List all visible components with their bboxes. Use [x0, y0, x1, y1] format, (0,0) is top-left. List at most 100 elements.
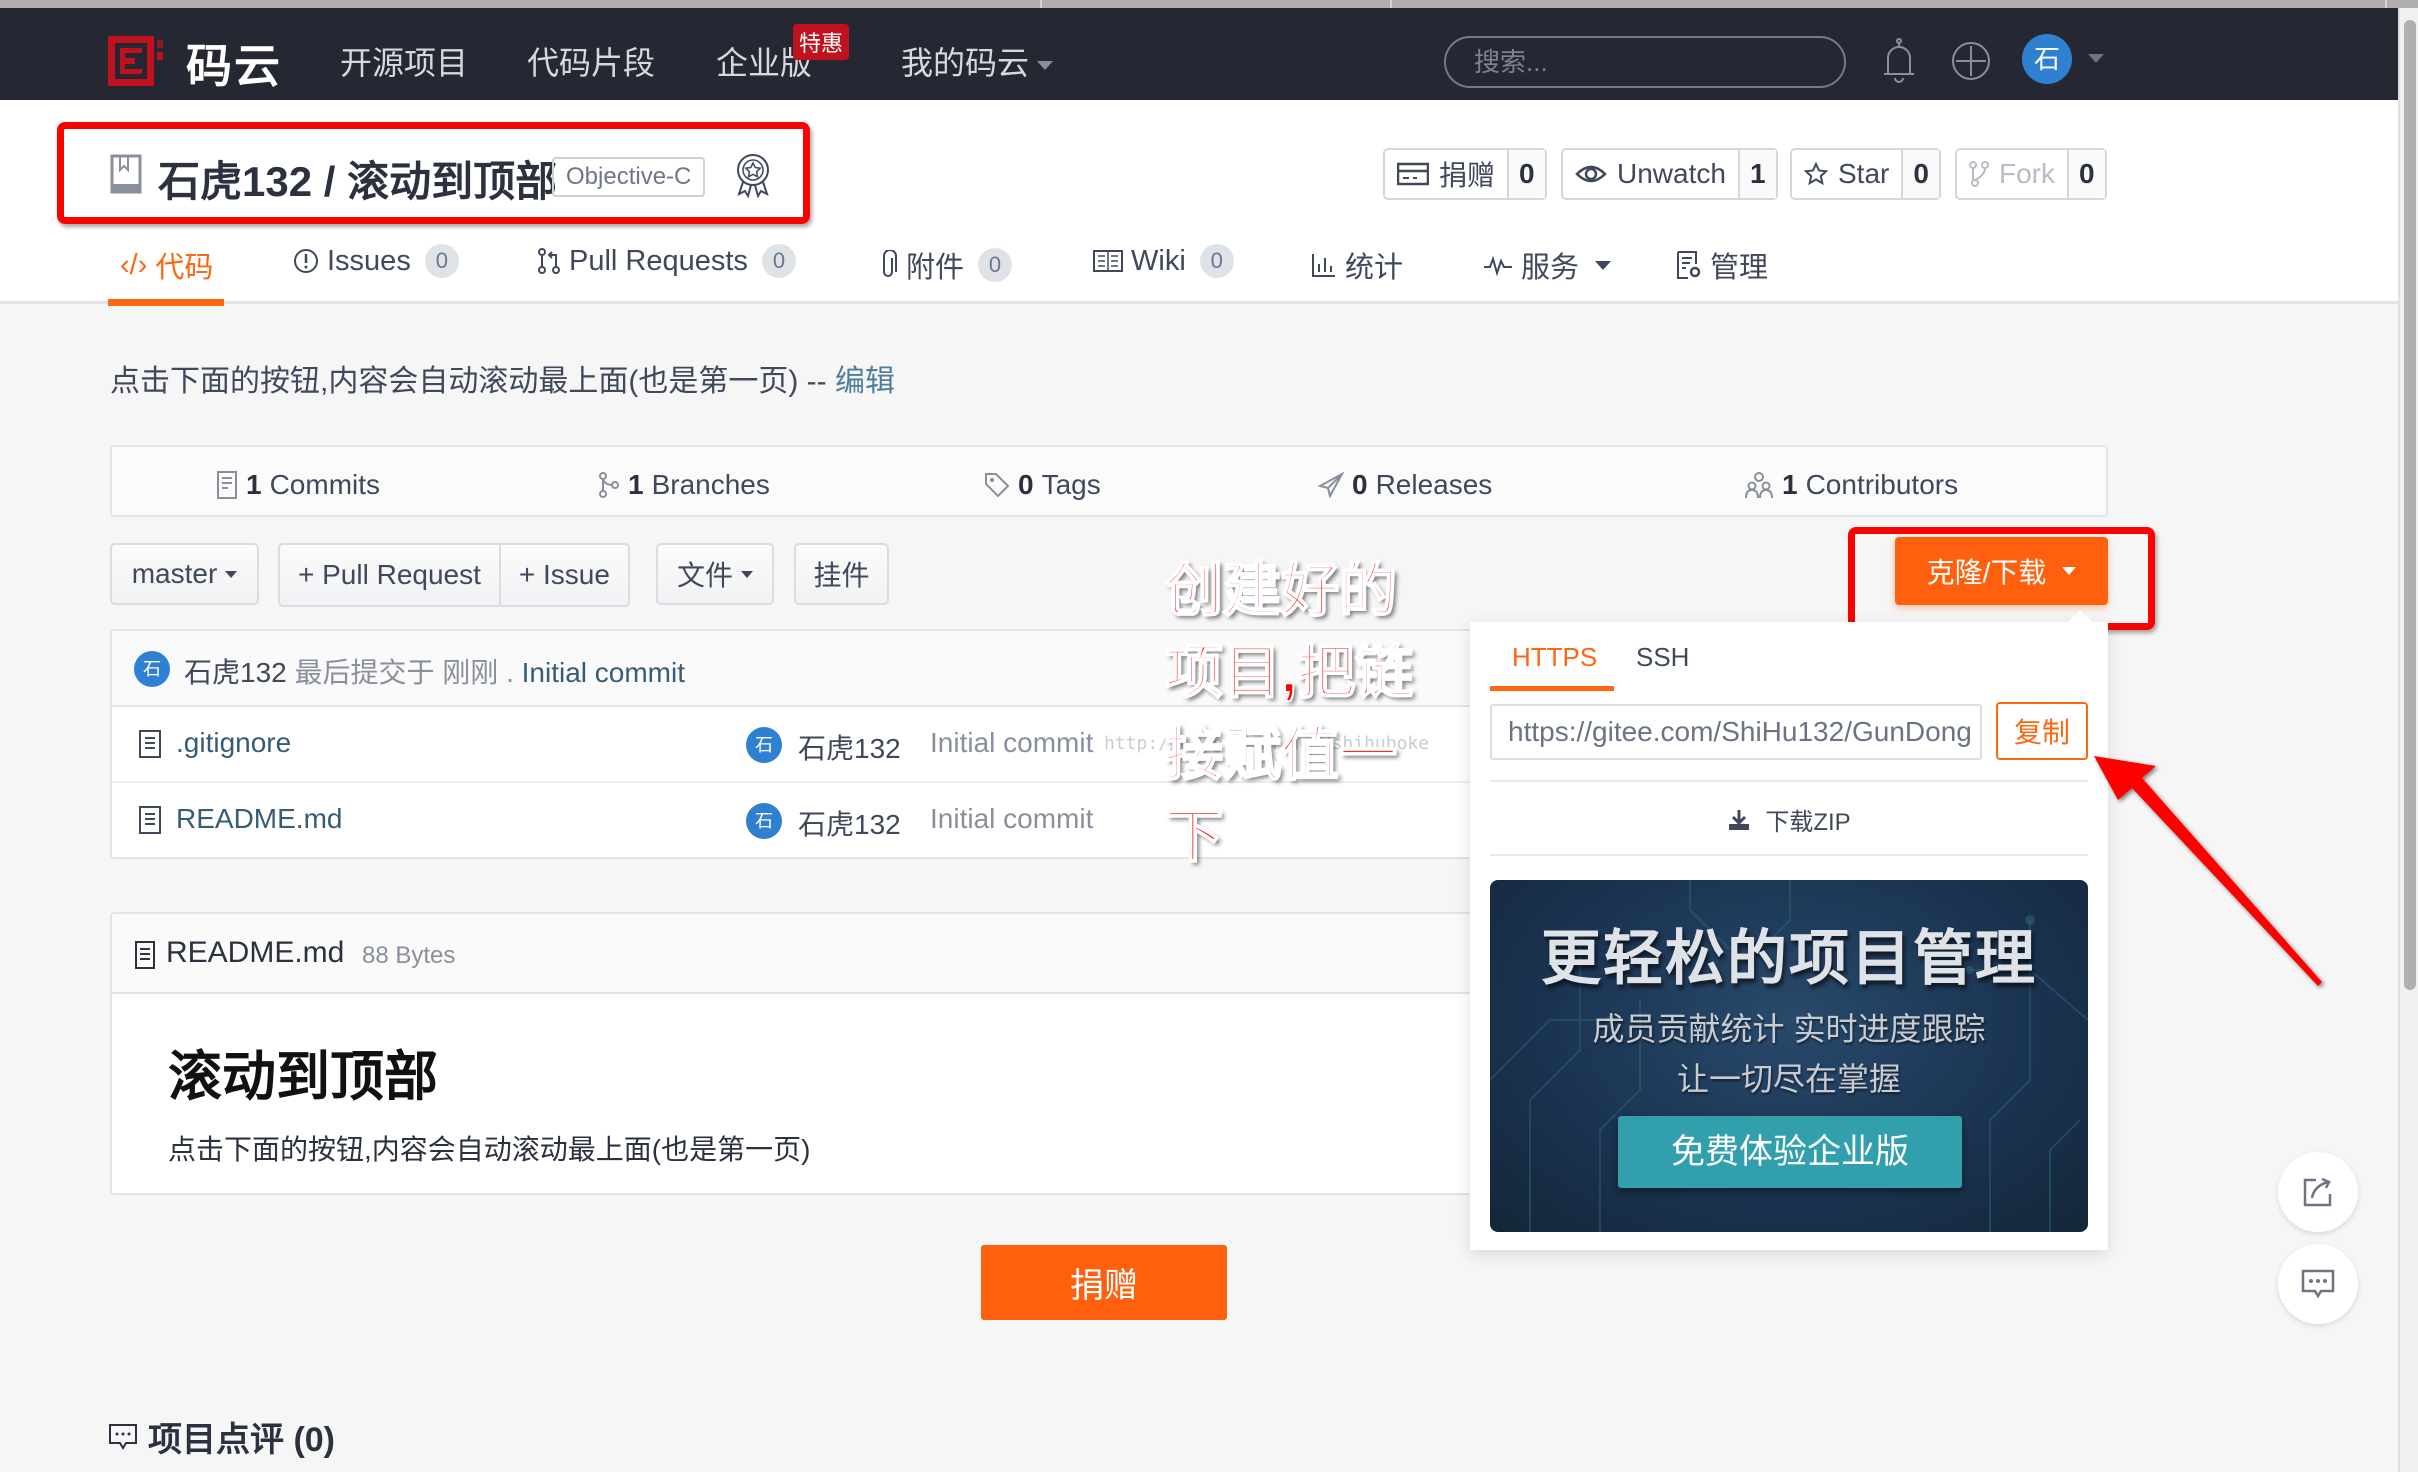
branch-name: master — [131, 558, 218, 589]
stat-commits[interactable]: 1 Commits — [216, 469, 380, 501]
file-author-avatar[interactable]: 石 — [746, 727, 782, 763]
stat-contributors[interactable]: 1 Contributors — [1744, 469, 1958, 501]
annotation-arrow-icon — [2094, 756, 2322, 986]
ad-trial-button[interactable]: 免费体验企业版 — [1618, 1116, 1962, 1188]
file-name[interactable]: README.md — [176, 803, 342, 835]
clone-dropdown-panel: HTTPS SSH 复制 下载ZIP 更轻松的项目管理 成员贡献统计 实时进度跟… — [1470, 610, 2108, 1250]
fork-icon — [1969, 161, 1989, 187]
donate-action-button[interactable]: 捐赠 0 — [1383, 148, 1547, 200]
ad-subtitle-2: 让一切尽在掌握 — [1676, 1061, 1901, 1097]
user-menu-chevron-icon[interactable] — [2088, 54, 2104, 63]
chevron-down-icon — [2062, 567, 2077, 575]
download-zip-link[interactable]: 下载ZIP — [1470, 802, 2108, 837]
tab-separator — [1040, 0, 1042, 8]
readme-panel: README.md 88 Bytes 滚动到顶部 点击下面的按钮,内容会自动滚动… — [110, 912, 1510, 1195]
user-avatar[interactable]: 石 — [2022, 34, 2072, 84]
fork-button[interactable]: Fork 0 — [1955, 148, 2107, 200]
file-commit-message[interactable]: Initial commit — [930, 803, 1093, 835]
file-author-avatar[interactable]: 石 — [746, 803, 782, 839]
language-badge[interactable]: Objective-C — [552, 157, 706, 197]
readme-header: README.md 88 Bytes — [112, 914, 1508, 994]
file-author[interactable]: 石虎132 — [798, 803, 901, 843]
files-dropdown[interactable]: 文件 — [656, 543, 774, 605]
share-button[interactable] — [2278, 1152, 2358, 1232]
plus-circle-icon[interactable] — [1948, 36, 1994, 86]
ad-subtitle-1: 成员贡献统计 实时进度跟踪 — [1592, 1011, 1986, 1047]
edit-description-link[interactable]: 编辑 — [835, 365, 895, 398]
annotation-line: 创建好的 — [1164, 557, 1398, 624]
donate-button[interactable]: 捐赠 — [981, 1245, 1227, 1320]
tab-wiki[interactable]: Wiki 0 — [1093, 244, 1234, 278]
gitee-logo-icon[interactable] — [108, 36, 164, 86]
repo-stats-bar: 1 Commits 1 Branches 0 Tags 0 Releases 1 Cont… — [110, 445, 2108, 517]
tags-count: 0 — [1018, 469, 1034, 500]
donate-action-label: 捐赠 — [1439, 160, 1496, 191]
commit-time: 最后提交于 刚刚 — [294, 657, 499, 688]
commit-author-avatar[interactable]: 石 — [134, 651, 170, 687]
commits-label: Commits — [269, 469, 381, 500]
tag-icon — [985, 473, 1010, 498]
readme-body: 点击下面的按钮,内容会自动滚动最上面(也是第一页) — [168, 1134, 811, 1165]
eye-icon — [1575, 165, 1607, 183]
last-commit-info: 石虎132 最后提交于 刚刚 . Initial commit — [184, 651, 685, 691]
tab-separator — [1390, 0, 1392, 8]
scrollbar-thumb[interactable] — [2404, 20, 2416, 990]
contributors-icon — [1745, 472, 1773, 499]
nav-open-source[interactable]: 开源项目 — [340, 38, 468, 84]
enterprise-ad-banner[interactable]: 更轻松的项目管理 成员贡献统计 实时进度跟踪 让一切尽在掌握 免费体验企业版 — [1490, 880, 2088, 1232]
clone-url-input[interactable] — [1490, 704, 1982, 760]
clone-tab-ssh[interactable]: SSH — [1636, 642, 1689, 673]
nav-my-gitee[interactable]: 我的码云 — [901, 38, 1054, 84]
award-icon[interactable] — [733, 152, 773, 198]
clone-download-button[interactable]: 克隆/下载 — [1895, 537, 2108, 605]
commit-message-link[interactable]: Initial commit — [522, 657, 685, 688]
file-author[interactable]: 石虎132 — [798, 727, 901, 767]
tab-pull-requests[interactable]: Pull Requests 0 — [537, 244, 796, 278]
repo-title[interactable]: 石虎132 / 滚动到顶部 — [158, 148, 557, 209]
file-name[interactable]: .gitignore — [176, 727, 291, 759]
tab-statistics[interactable]: 统计 — [1311, 244, 1403, 286]
feedback-button[interactable] — [2278, 1244, 2358, 1324]
clone-tab-https[interactable]: HTTPS — [1512, 642, 1597, 673]
tab-services[interactable]: 服务 — [1483, 244, 1612, 286]
chevron-down-icon — [1037, 61, 1054, 71]
donate-count[interactable]: 0 — [1507, 150, 1545, 198]
commit-author[interactable]: 石虎132 — [184, 657, 287, 688]
watch-count[interactable]: 1 — [1737, 150, 1776, 198]
annotation-line: 项目,把链 — [1164, 639, 1414, 706]
comment-icon — [109, 1423, 137, 1450]
commits-icon — [217, 471, 237, 499]
issue-icon — [294, 249, 318, 273]
file-icon — [139, 806, 161, 834]
readme-filename[interactable]: README.md — [166, 936, 344, 970]
tab-issues[interactable]: Issues 0 — [293, 244, 459, 278]
bell-icon[interactable] — [1876, 36, 1922, 86]
repo-description: 点击下面的按钮,内容会自动滚动最上面(也是第一页) -- 编辑 — [110, 356, 895, 400]
tab-manage[interactable]: 管理 — [1676, 244, 1768, 286]
fork-count[interactable]: 0 — [2067, 150, 2105, 198]
stat-tags[interactable]: 0 Tags — [984, 469, 1101, 501]
branch-selector[interactable]: master — [110, 543, 259, 605]
copy-url-button[interactable]: 复制 — [1996, 702, 2088, 760]
nav-code-snippets[interactable]: 代码片段 — [527, 38, 655, 84]
tab-services-label: 服务 — [1521, 252, 1580, 284]
unwatch-button[interactable]: Unwatch 1 — [1561, 148, 1778, 200]
stat-releases[interactable]: 0 Releases — [1318, 469, 1492, 501]
search-input[interactable] — [1444, 36, 1846, 88]
widgets-button[interactable]: 挂件 — [794, 543, 889, 605]
star-button[interactable]: Star 0 — [1790, 148, 1941, 200]
logo-text[interactable]: 码云 — [186, 30, 282, 96]
tab-code[interactable]: ‹/› 代码 — [120, 244, 213, 286]
chevron-down-icon — [225, 570, 238, 578]
new-issue-button[interactable]: + Issue — [498, 545, 628, 605]
share-icon — [2303, 1177, 2332, 1207]
file-commit-message[interactable]: Initial commit — [930, 727, 1093, 759]
comments-heading: 项目点评 (0) — [108, 1412, 335, 1461]
new-pull-request-button[interactable]: + Pull Request — [280, 545, 499, 605]
clone-download-label: 克隆/下载 — [1926, 557, 2047, 588]
star-count[interactable]: 0 — [1901, 150, 1939, 198]
stat-branches[interactable]: 1 Branches — [598, 469, 770, 501]
paperclip-icon — [883, 250, 897, 277]
comments-label: 项目点评 (0) — [148, 1421, 335, 1459]
tab-attachments[interactable]: 附件 0 — [878, 244, 1013, 286]
